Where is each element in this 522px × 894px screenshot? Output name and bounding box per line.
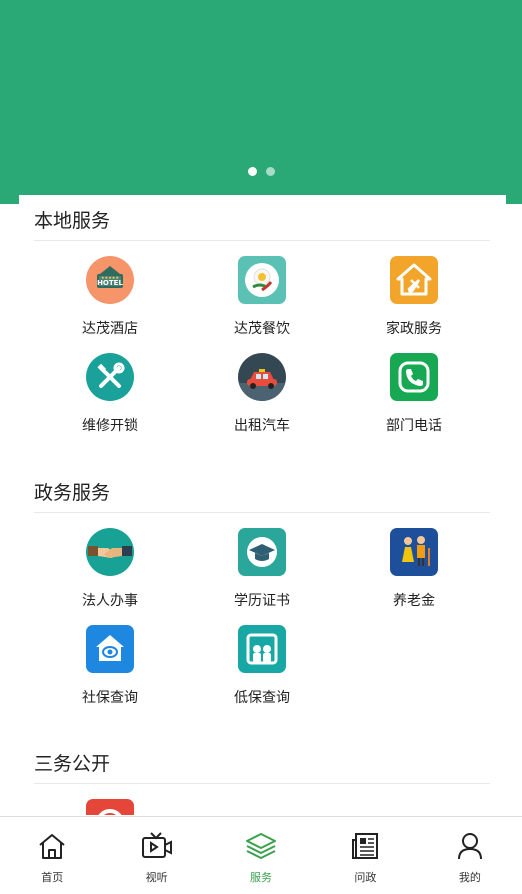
section-local-services: 本地服务 HOTEL ★★★★★ 达茂酒店 达茂餐饮 家政服务 维修开锁 出租汽… [34, 195, 490, 435]
section-title: 本地服务 [34, 195, 490, 241]
nav-services[interactable]: 服务 [209, 817, 313, 894]
nav-label: 服务 [250, 871, 273, 884]
carousel-indicator [0, 167, 522, 176]
service-label: 学历证书 [233, 593, 290, 609]
bottom-navigation: 首页 视听 服务 问政 我的 [0, 816, 522, 894]
services-panel: 本地服务 HOTEL ★★★★★ 达茂酒店 达茂餐饮 家政服务 维修开锁 出租汽… [19, 195, 506, 815]
phone-icon [389, 353, 438, 401]
service-label: 社保查询 [81, 690, 138, 706]
service-disclosure[interactable] [34, 784, 186, 815]
nav-inquiry[interactable]: 问政 [313, 817, 417, 894]
service-food[interactable]: 达茂餐饮 [186, 241, 338, 338]
carousel-dot-1[interactable] [247, 167, 257, 176]
hotel-icon: HOTEL ★★★★★ [85, 256, 134, 304]
layers-icon [246, 833, 277, 859]
service-legal-person[interactable]: 法人办事 [34, 513, 186, 610]
section-title: 三务公开 [34, 738, 490, 784]
section-government-services: 政务服务 法人办事 学历证书 养老金 社保查询 低保查询 [34, 467, 490, 707]
service-label: 达茂酒店 [81, 321, 138, 337]
svg-text:HOTEL: HOTEL [97, 279, 123, 287]
housekeeping-icon [389, 256, 438, 304]
handshake-icon [85, 528, 134, 576]
service-minimum-welfare[interactable]: 低保查询 [186, 610, 338, 707]
banner-carousel[interactable] [0, 0, 522, 204]
service-label: 低保查询 [233, 690, 290, 706]
service-housekeeping[interactable]: 家政服务 [338, 241, 490, 338]
service-label: 法人办事 [81, 593, 138, 609]
service-label: 达茂餐饮 [233, 321, 290, 337]
disclosure-icon [85, 799, 134, 815]
nav-label: 视听 [145, 871, 168, 884]
repair-tools-icon [85, 353, 134, 401]
nav-label: 首页 [41, 871, 64, 884]
graduation-cap-icon [237, 528, 286, 576]
service-pension[interactable]: 养老金 [338, 513, 490, 610]
service-label: 维修开锁 [81, 418, 138, 434]
nav-label: 问政 [354, 871, 377, 884]
taxi-icon [237, 353, 286, 401]
service-taxi[interactable]: 出租汽车 [186, 338, 338, 435]
service-label: 家政服务 [385, 321, 442, 337]
food-icon [237, 256, 286, 304]
home-icon [39, 834, 65, 859]
svg-text:★★★★★: ★★★★★ [101, 275, 119, 280]
service-label: 部门电话 [385, 418, 442, 434]
section-title: 政务服务 [34, 467, 490, 513]
social-security-house-icon [85, 625, 134, 673]
section-three-affairs-disclosure: 三务公开 [34, 738, 490, 815]
service-hotel[interactable]: HOTEL ★★★★★ 达茂酒店 [34, 241, 186, 338]
welfare-icon [237, 625, 286, 673]
service-department-phone[interactable]: 部门电话 [338, 338, 490, 435]
service-repair[interactable]: 维修开锁 [34, 338, 186, 435]
user-icon [457, 833, 482, 860]
tv-icon [141, 832, 172, 858]
nav-audiovisual[interactable]: 视听 [104, 817, 208, 894]
service-label: 养老金 [392, 593, 435, 609]
service-diploma[interactable]: 学历证书 [186, 513, 338, 610]
service-social-security[interactable]: 社保查询 [34, 610, 186, 707]
elderly-couple-icon [389, 528, 438, 576]
nav-mine[interactable]: 我的 [418, 817, 522, 894]
nav-home[interactable]: 首页 [0, 817, 104, 894]
service-label: 出租汽车 [233, 418, 290, 434]
newspaper-icon [352, 833, 379, 859]
nav-label: 我的 [458, 871, 481, 884]
carousel-dot-2[interactable] [265, 167, 275, 176]
